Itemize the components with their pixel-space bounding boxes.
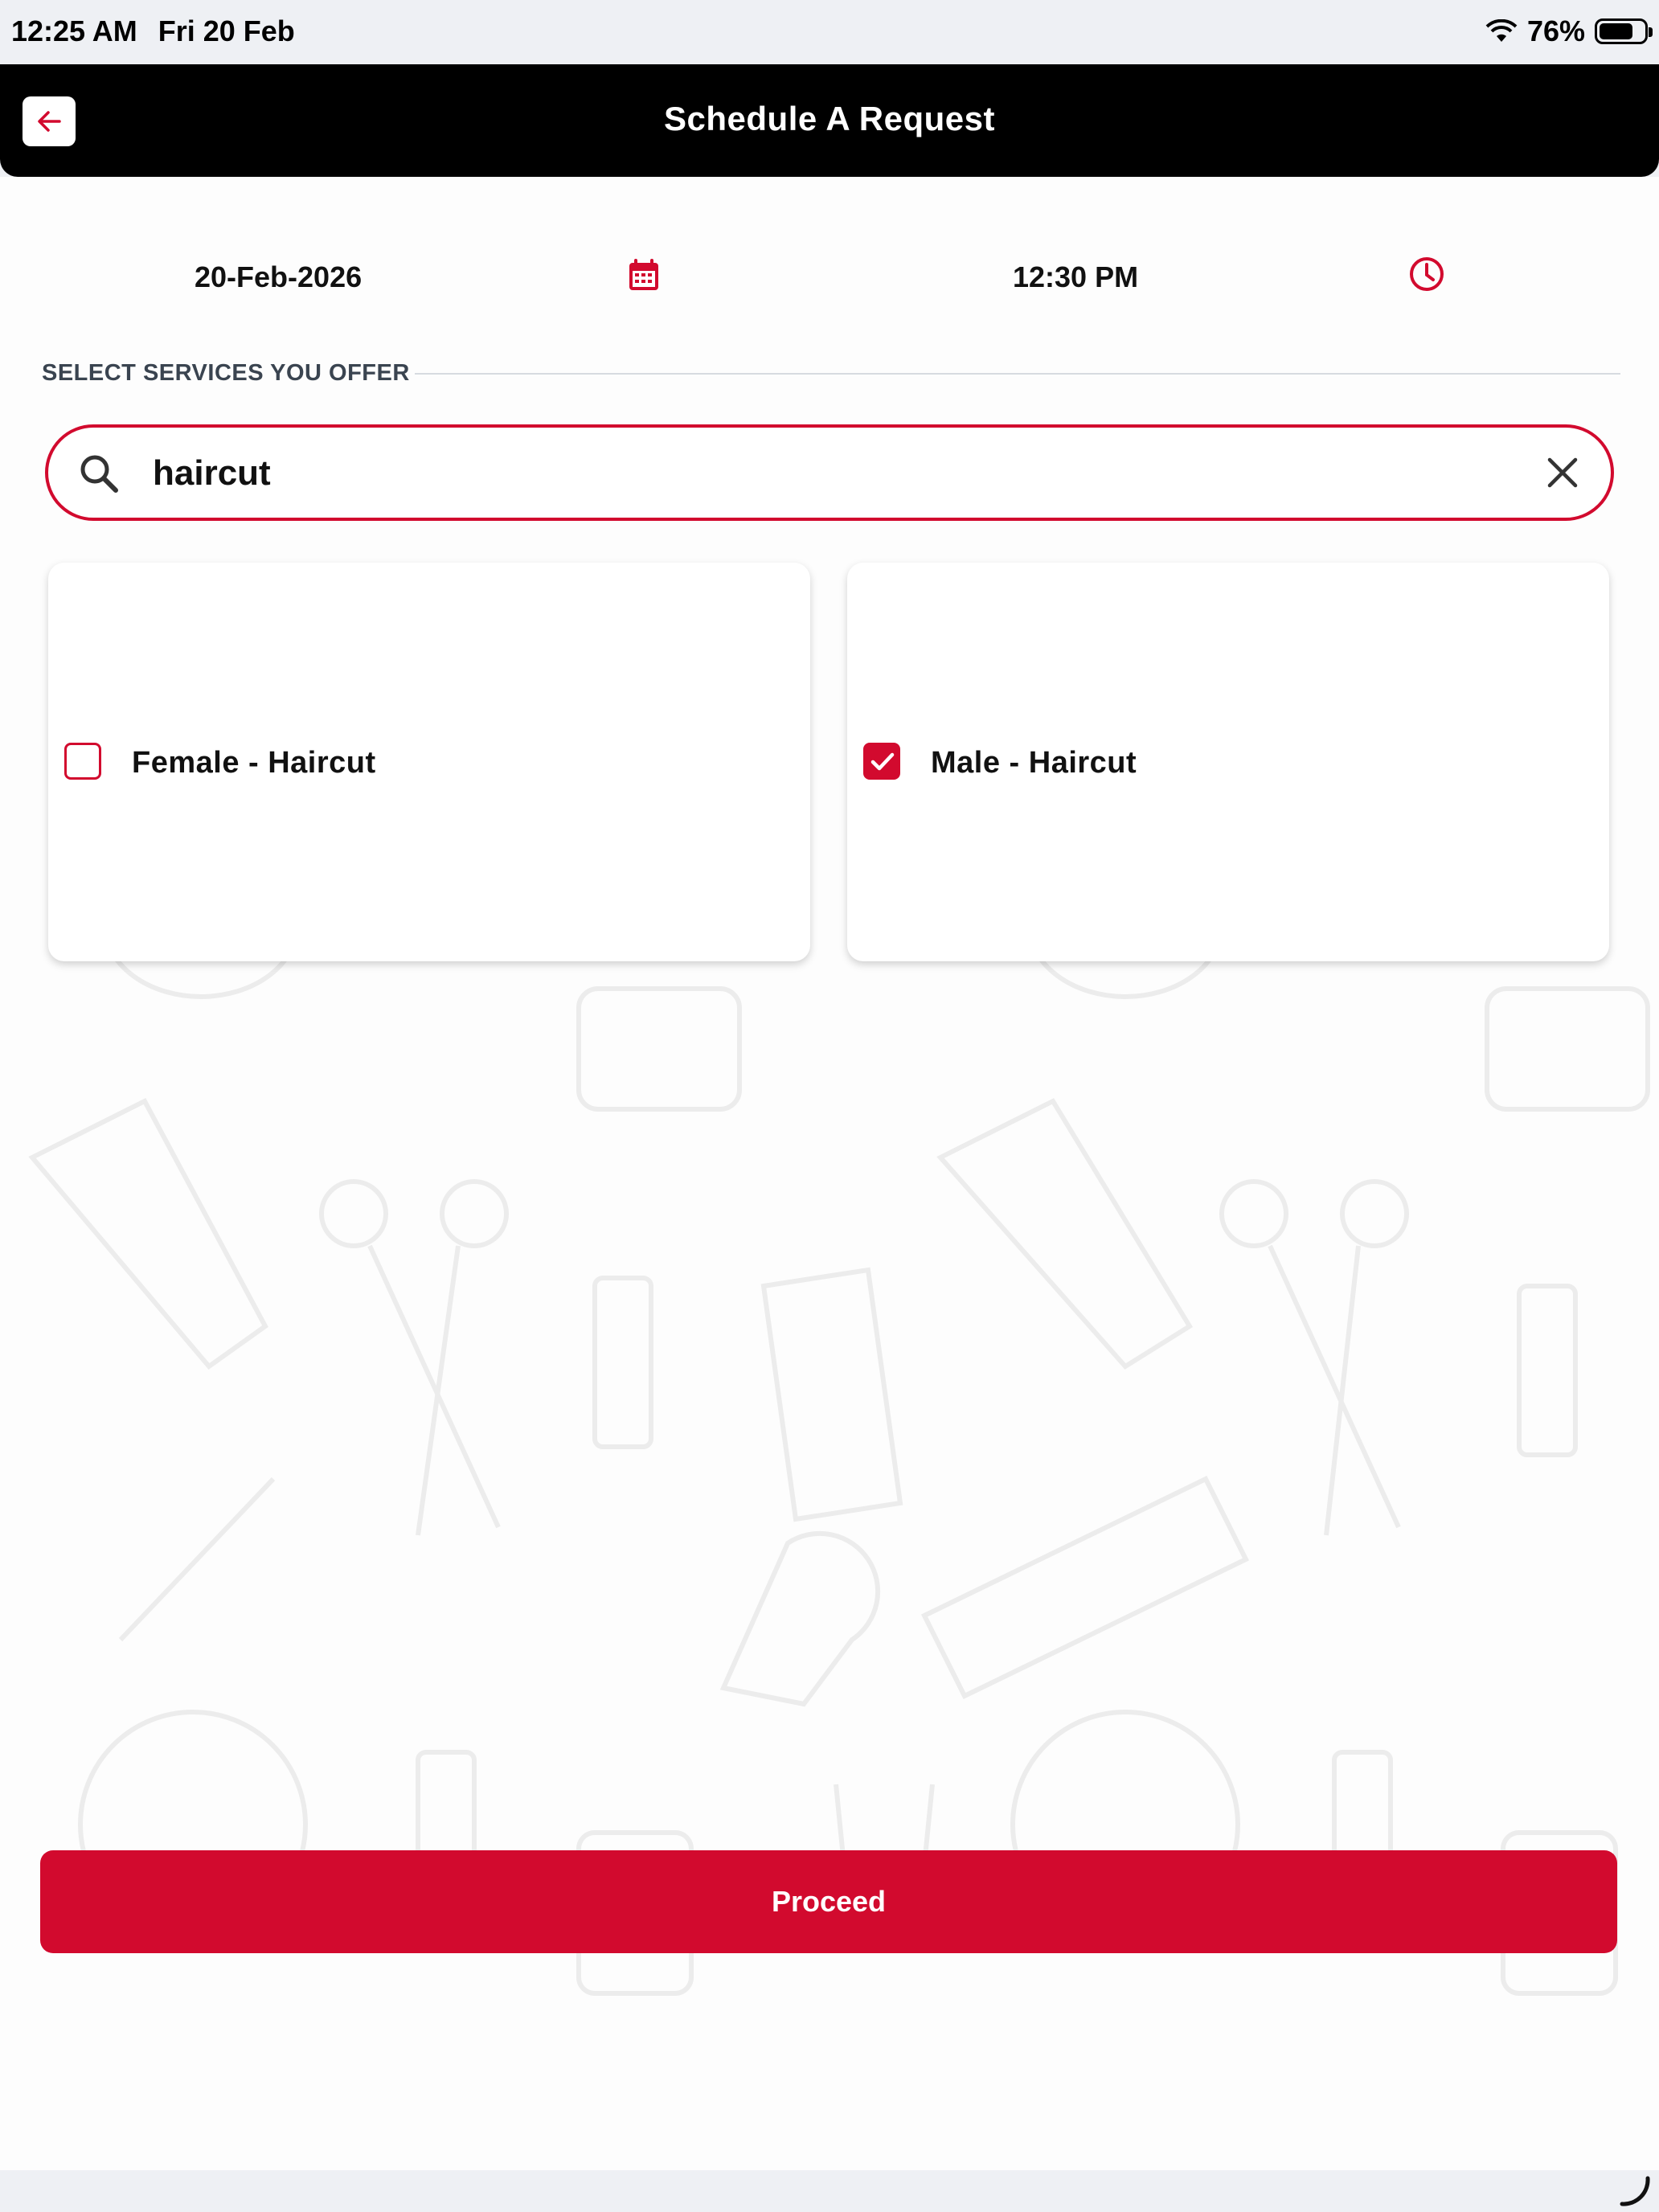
- clock-icon[interactable]: [1408, 256, 1445, 293]
- battery-icon: [1595, 18, 1653, 44]
- status-right: 76%: [1485, 14, 1653, 48]
- service-label: Male - Haircut: [931, 746, 1137, 780]
- service-checkbox[interactable]: [863, 743, 900, 780]
- service-label: Female - Haircut: [132, 746, 376, 780]
- close-icon[interactable]: [1545, 455, 1580, 490]
- section-divider: [415, 373, 1620, 375]
- service-card-male-haircut[interactable]: Male - Haircut: [847, 563, 1609, 961]
- status-bar: 12:25 AM Fri 20 Feb 76%: [0, 0, 1659, 64]
- wifi-icon: [1485, 19, 1518, 42]
- search-icon: [80, 455, 118, 493]
- datetime-row: 20-Feb-2026 12:30 PM: [0, 238, 1659, 318]
- app-header: Schedule A Request: [0, 64, 1659, 177]
- status-left: 12:25 AM Fri 20 Feb: [11, 14, 295, 48]
- loading-indicator-icon: [1620, 2176, 1650, 2206]
- section-label: SELECT SERVICES YOU OFFER: [42, 360, 410, 386]
- service-card-female-haircut[interactable]: Female - Haircut: [48, 563, 810, 961]
- time-value[interactable]: 12:30 PM: [1013, 260, 1138, 294]
- calendar-icon[interactable]: [627, 257, 661, 293]
- battery-percent: 76%: [1526, 14, 1585, 47]
- date-value[interactable]: 20-Feb-2026: [195, 260, 362, 294]
- status-time: 12:25 AM: [11, 14, 137, 47]
- service-checkbox[interactable]: [64, 743, 101, 780]
- search-value[interactable]: haircut: [153, 453, 271, 494]
- search-input[interactable]: haircut: [45, 424, 1614, 521]
- bottom-bar: [0, 2170, 1659, 2212]
- page-title: Schedule A Request: [664, 100, 995, 137]
- proceed-button[interactable]: Proceed: [40, 1850, 1617, 1953]
- status-date: Fri 20 Feb: [158, 14, 295, 47]
- check-icon: [870, 752, 895, 771]
